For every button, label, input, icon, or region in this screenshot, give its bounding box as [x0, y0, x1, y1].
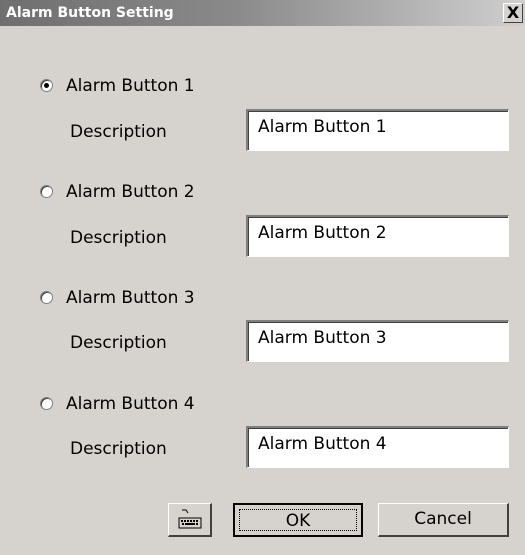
- alarm-button-4-label: Alarm Button 4: [66, 394, 195, 414]
- alarm-button-setting-dialog: Alarm Button Setting X Alarm Button 1 De…: [0, 0, 525, 555]
- radio-unchecked-icon[interactable]: [40, 291, 53, 304]
- ok-button-label: OK: [239, 509, 357, 531]
- close-button[interactable]: X: [503, 3, 523, 23]
- ok-button[interactable]: OK: [233, 503, 363, 537]
- radio-checked-icon[interactable]: [40, 79, 53, 92]
- alarm-button-2-description-label: Description: [70, 228, 167, 248]
- alarm-button-3-description-input[interactable]: Alarm Button 3: [246, 320, 509, 362]
- alarm-button-4-description-input[interactable]: Alarm Button 4: [246, 426, 509, 468]
- radio-unchecked-icon[interactable]: [40, 397, 53, 410]
- alarm-button-3-description-label: Description: [70, 333, 167, 353]
- close-icon: X: [506, 3, 520, 22]
- cancel-button[interactable]: Cancel: [378, 503, 509, 537]
- radio-unchecked-icon[interactable]: [40, 185, 53, 198]
- title-bar[interactable]: Alarm Button Setting X: [0, 0, 525, 26]
- alarm-button-1-description-input[interactable]: Alarm Button 1: [246, 109, 509, 151]
- alarm-button-1-description-label: Description: [70, 122, 167, 142]
- alarm-button-3-label: Alarm Button 3: [66, 288, 195, 308]
- alarm-button-2-label: Alarm Button 2: [66, 182, 195, 202]
- alarm-button-2-description-input[interactable]: Alarm Button 2: [246, 215, 509, 257]
- keyboard-icon: [178, 509, 202, 529]
- dialog-title: Alarm Button Setting: [6, 5, 174, 21]
- virtual-keyboard-button[interactable]: [168, 503, 212, 537]
- alarm-button-1-label: Alarm Button 1: [66, 76, 195, 96]
- alarm-button-4-description-label: Description: [70, 439, 167, 459]
